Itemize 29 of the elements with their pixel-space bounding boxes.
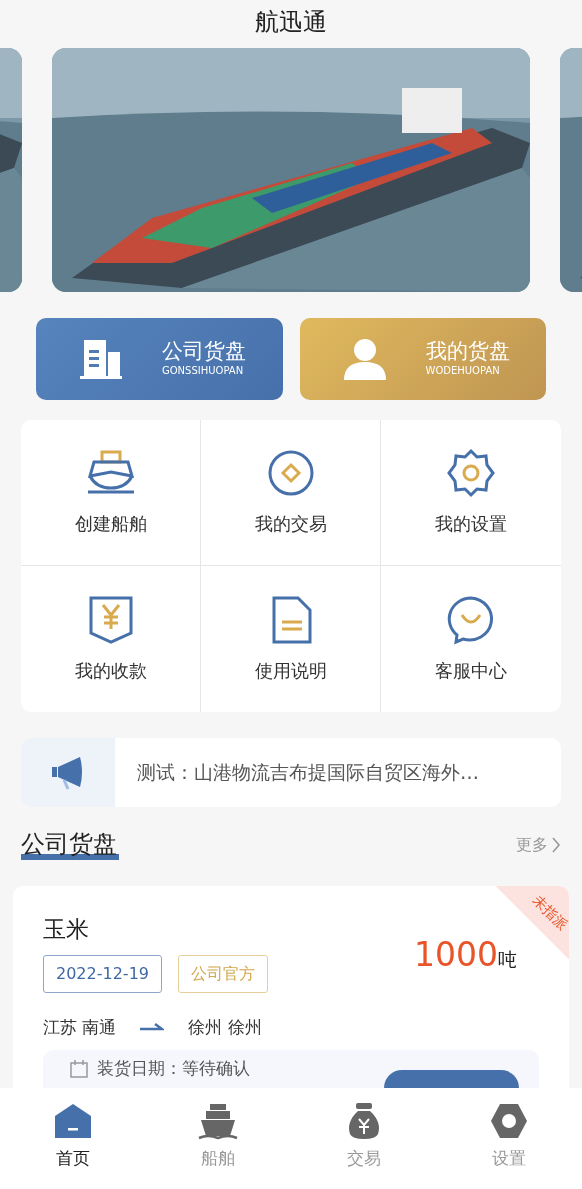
menu-item[interactable]: 客服中心 [381,566,561,712]
chat-bubble-icon [446,594,496,645]
tonnage-value: 1000 [414,934,498,977]
shortcut-button[interactable]: 公司货盘 GONSSIHUOPAN [36,318,283,400]
origin-text: 江苏 南通 [43,1015,117,1039]
menu-item[interactable]: 我的收款 [21,566,201,712]
menu-item[interactable]: 我的设置 [381,420,561,566]
official-tag: 公司官方 [178,954,268,993]
date-tag: 2022-12-19 [43,954,162,993]
menu-item[interactable]: 使用说明 [201,566,381,712]
cargo-name: 玉米 [43,915,90,945]
status-text: 未指派 [528,890,569,935]
settings-icon [446,448,496,498]
section-title: 公司货盘 [21,829,119,861]
tab-item[interactable]: 首页 [0,1088,146,1189]
person-icon [343,338,386,380]
tonnage-unit: 吨 [498,948,517,973]
menu-item[interactable]: 我的交易 [201,420,381,566]
loading-date-text: 装货日期：等待确认 [97,1057,250,1081]
building-icon [80,338,122,380]
ship-icon [198,1102,239,1140]
notice-text: 测试：山港物流吉布提国际自贸区海外… [136,760,479,786]
chevron-right-icon [551,836,561,853]
settings-icon [489,1102,530,1140]
home-icon [52,1102,93,1140]
destination-text: 徐州 徐州 [188,1015,262,1039]
calendar-icon [69,1058,89,1079]
page-title: 航迅通 [254,7,328,38]
menu-item[interactable]: 创建船舶 [21,420,201,566]
